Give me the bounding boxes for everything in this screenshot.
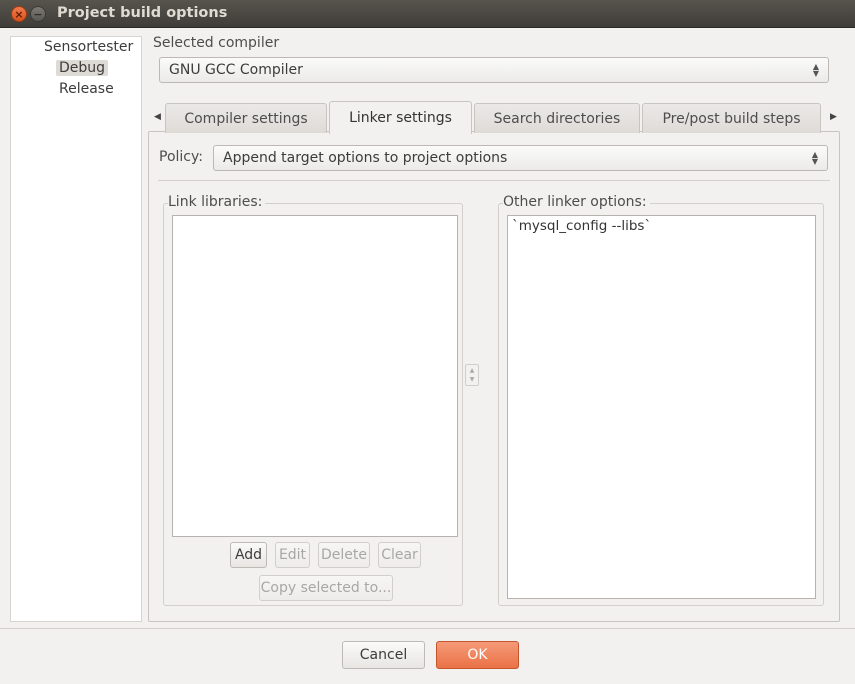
build-target-tree[interactable]: Sensortester Debug Release bbox=[10, 36, 142, 622]
compiler-select[interactable]: GNU GCC Compiler ▲ ▼ bbox=[159, 57, 829, 83]
close-icon[interactable]: × bbox=[11, 6, 27, 22]
selected-compiler-label: Selected compiler bbox=[153, 35, 280, 51]
window-title: Project build options bbox=[57, 5, 228, 21]
updown-arrow-icon: ▲ ▼ bbox=[811, 150, 819, 166]
tab-compiler-settings[interactable]: Compiler settings bbox=[165, 103, 327, 133]
ok-button[interactable]: OK bbox=[436, 641, 519, 669]
tab-scroll-left-icon[interactable]: ◀ bbox=[154, 112, 161, 122]
copy-selected-to-button[interactable]: Copy selected to... bbox=[259, 575, 393, 601]
policy-label: Policy: bbox=[159, 149, 203, 165]
tab-label: Linker settings bbox=[349, 110, 452, 126]
delete-button[interactable]: Delete bbox=[318, 542, 370, 568]
edit-button[interactable]: Edit bbox=[275, 542, 310, 568]
other-linker-options-textarea[interactable]: `mysql_config --libs` bbox=[507, 215, 816, 599]
tab-label: Search directories bbox=[493, 111, 621, 127]
tab-label: Pre/post build steps bbox=[662, 111, 801, 127]
title-bar: × − Project build options bbox=[0, 0, 855, 28]
separator bbox=[0, 628, 855, 629]
link-libraries-label: Link libraries: bbox=[168, 194, 266, 210]
target-item-sensortester[interactable]: Sensortester bbox=[44, 39, 133, 55]
clear-button[interactable]: Clear bbox=[378, 542, 421, 568]
policy-select-value: Append target options to project options bbox=[223, 150, 508, 166]
updown-arrow-icon: ▲ ▼ bbox=[812, 62, 820, 78]
tab-label: Compiler settings bbox=[184, 111, 308, 127]
target-item-debug[interactable]: Debug bbox=[56, 60, 109, 76]
dialog-body: Sensortester Debug Release Selected comp… bbox=[0, 28, 855, 684]
other-linker-options-text: `mysql_config --libs` bbox=[512, 218, 652, 234]
target-item-release[interactable]: Release bbox=[59, 81, 114, 97]
cancel-button[interactable]: Cancel bbox=[342, 641, 425, 669]
other-linker-options-label: Other linker options: bbox=[503, 194, 650, 210]
minimize-icon[interactable]: − bbox=[30, 6, 46, 22]
compiler-select-value: GNU GCC Compiler bbox=[169, 62, 303, 78]
separator bbox=[158, 180, 830, 181]
policy-select[interactable]: Append target options to project options… bbox=[213, 145, 828, 171]
tab-linker-settings[interactable]: Linker settings bbox=[329, 101, 472, 134]
add-button[interactable]: Add bbox=[230, 542, 267, 568]
tab-scroll-right-icon[interactable]: ▶ bbox=[830, 112, 837, 122]
link-libraries-list[interactable] bbox=[172, 215, 458, 537]
tab-search-directories[interactable]: Search directories bbox=[474, 103, 640, 133]
tab-pre-post-build-steps[interactable]: Pre/post build steps bbox=[642, 103, 821, 133]
reorder-spin-icon[interactable]: ▲ ▼ bbox=[465, 364, 479, 386]
